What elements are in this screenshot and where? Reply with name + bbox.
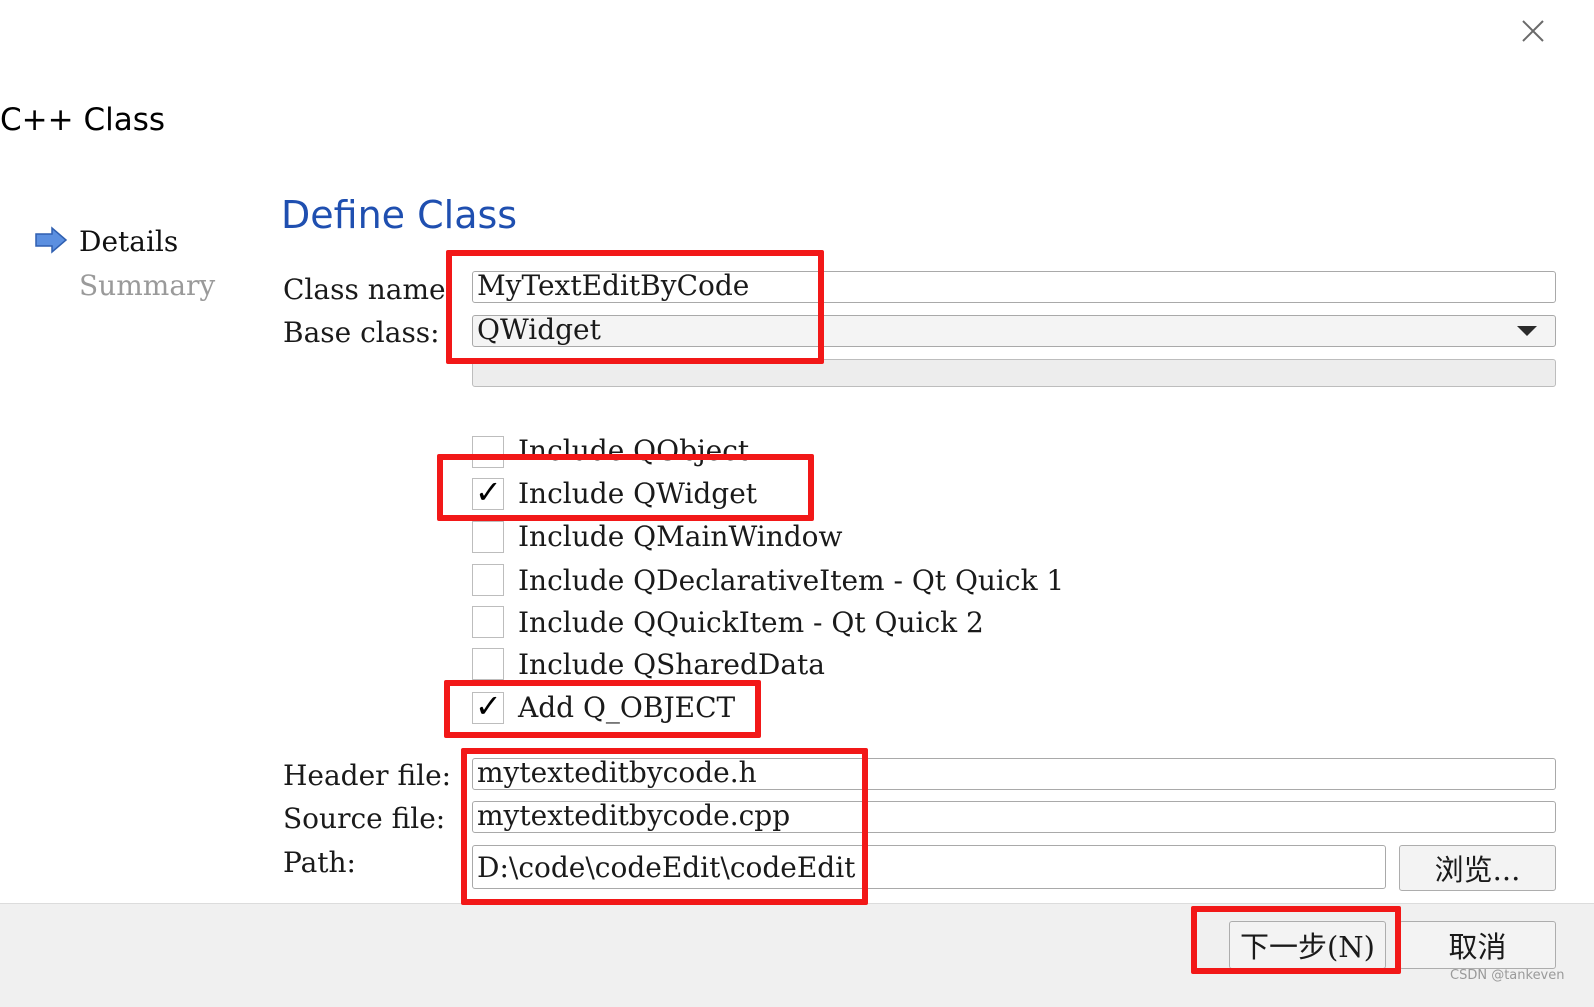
watermark: CSDN @tankeven	[1450, 968, 1565, 983]
base-class-value: QWidget	[477, 315, 601, 346]
checkbox-box[interactable]	[472, 436, 504, 468]
checkbox-label: Include QWidget	[518, 477, 758, 510]
path-input[interactable]: D:\code\codeEdit\codeEdit	[472, 845, 1386, 889]
page-title: Define Class	[281, 193, 518, 237]
checkbox-box[interactable]: ✓	[472, 687, 504, 725]
header-file-input[interactable]: mytexteditbycode.h	[472, 758, 1556, 790]
checkbox-label: Include QDeclarativeItem - Qt Quick 1	[518, 564, 1065, 597]
checkbox-label: Include QSharedData	[518, 648, 825, 681]
browse-button[interactable]: 浏览...	[1399, 845, 1556, 891]
nav-item-summary: Summary	[79, 269, 216, 302]
path-label: Path:	[283, 846, 356, 879]
checkbox-box[interactable]	[472, 606, 504, 638]
checkbox-box[interactable]	[472, 564, 504, 596]
type-information-input	[472, 359, 1556, 387]
checkbox-label: Include QMainWindow	[518, 520, 843, 553]
class-name-label: Class name:	[283, 273, 455, 306]
base-class-combobox[interactable]: QWidget	[472, 315, 1556, 347]
checkmark-icon: ✓	[475, 687, 502, 725]
cancel-button[interactable]: 取消	[1399, 921, 1556, 969]
checkbox-label: Include QObject	[518, 434, 750, 467]
nav-item-details: Details	[79, 225, 179, 258]
checkbox-label: Add Q_OBJECT	[518, 691, 736, 724]
checkbox-box[interactable]	[472, 521, 504, 553]
header-file-label: Header file:	[283, 759, 452, 792]
checkbox-label: Include QQuickItem - Qt Quick 2	[518, 606, 984, 639]
source-file-label: Source file:	[283, 802, 446, 835]
checkmark-icon: ✓	[475, 473, 502, 511]
source-file-input[interactable]: mytexteditbycode.cpp	[472, 801, 1556, 833]
close-icon[interactable]	[1518, 16, 1548, 46]
arrow-right-icon	[35, 226, 68, 254]
class-name-input[interactable]: MyTextEditByCode	[472, 271, 1556, 303]
checkbox-box[interactable]	[472, 648, 504, 680]
base-class-label: Base class:	[283, 316, 440, 349]
checkbox-box[interactable]: ✓	[472, 473, 504, 511]
chevron-down-icon	[1517, 326, 1537, 336]
dialog-title: C++ Class	[0, 102, 166, 138]
next-button[interactable]: 下一步(N)	[1229, 921, 1386, 969]
